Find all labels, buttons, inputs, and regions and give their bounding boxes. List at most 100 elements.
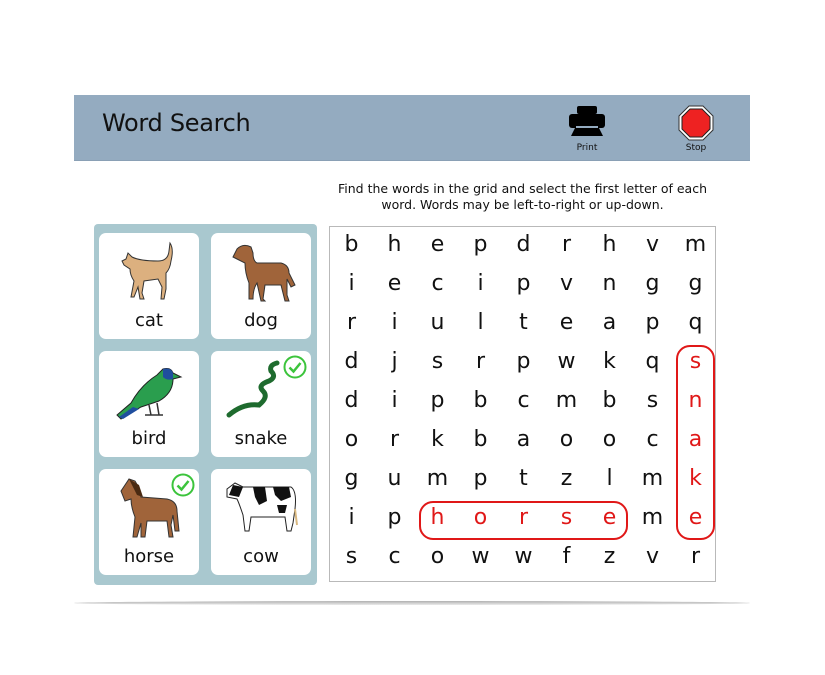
grid-cell[interactable]: p [631,305,674,344]
grid-cell[interactable]: d [330,344,373,383]
grid-cell[interactable]: m [674,227,717,266]
grid-cell[interactable]: r [373,422,416,461]
grid-cell[interactable]: p [502,344,545,383]
grid-cell[interactable]: h [373,227,416,266]
cow-icon [226,482,298,532]
grid-cell[interactable]: q [674,305,717,344]
page-divider [74,601,750,605]
letter-grid: bhepdrhvmiecipvnggriulteapqdjsrpwkqsdipb… [329,226,716,582]
grid-cell[interactable]: c [416,266,459,305]
grid-cell[interactable]: s [330,539,373,578]
grid-cell[interactable]: s [545,500,588,539]
bird-icon [116,368,183,420]
grid-cell[interactable]: b [330,227,373,266]
grid-cell[interactable]: g [330,461,373,500]
grid-cell[interactable]: q [631,344,674,383]
grid-cell[interactable]: i [459,266,502,305]
grid-cell[interactable]: v [631,539,674,578]
grid-cell[interactable]: c [502,383,545,422]
word-label: cow [243,546,279,567]
grid-cell[interactable]: m [545,383,588,422]
grid-cell[interactable]: e [373,266,416,305]
grid-cell[interactable]: s [416,344,459,383]
grid-cell[interactable]: n [588,266,631,305]
word-label: dog [244,310,278,331]
grid-cell[interactable]: e [545,305,588,344]
grid-cell[interactable]: k [674,461,717,500]
grid-cell[interactable]: m [631,500,674,539]
grid-cell[interactable]: o [588,422,631,461]
grid-cell[interactable]: t [502,461,545,500]
grid-cell[interactable]: i [373,383,416,422]
grid-cell[interactable]: m [416,461,459,500]
grid-cell[interactable]: p [502,266,545,305]
grid-cell[interactable]: u [373,461,416,500]
grid-cell[interactable]: o [459,500,502,539]
grid-cell[interactable]: z [588,539,631,578]
grid-cell[interactable]: s [631,383,674,422]
grid-cell[interactable]: o [545,422,588,461]
grid-cell[interactable]: u [416,305,459,344]
grid-cell[interactable]: r [674,539,717,578]
grid-cell[interactable]: o [330,422,373,461]
print-label: Print [576,143,598,153]
grid-cell[interactable]: e [674,500,717,539]
grid-cell[interactable]: w [459,539,502,578]
word-card-snake[interactable]: snake [211,351,311,457]
grid-cell[interactable]: c [373,539,416,578]
grid-cell[interactable]: v [545,266,588,305]
grid-cell[interactable]: k [588,344,631,383]
grid-cell[interactable]: m [631,461,674,500]
grid-cell[interactable]: f [545,539,588,578]
grid-cell[interactable]: b [588,383,631,422]
app-header: Word Search Print Stop [74,95,750,161]
grid-cell[interactable]: i [330,500,373,539]
grid-cell[interactable]: v [631,227,674,266]
grid-cell[interactable]: r [330,305,373,344]
grid-cell[interactable]: l [588,461,631,500]
grid-cell[interactable]: h [416,500,459,539]
grid-cell[interactable]: g [674,266,717,305]
grid-cell[interactable]: p [416,383,459,422]
grid-cell[interactable]: g [631,266,674,305]
grid-cell[interactable]: h [588,227,631,266]
grid-cell[interactable]: i [330,266,373,305]
print-button[interactable]: Print [557,103,617,153]
grid-cell[interactable]: d [330,383,373,422]
grid-cell[interactable]: p [459,227,502,266]
grid-cell[interactable]: e [416,227,459,266]
grid-cell[interactable]: d [502,227,545,266]
word-card-horse[interactable]: horse [99,469,199,575]
grid-cell[interactable]: r [459,344,502,383]
cat-icon [121,241,173,300]
grid-cell[interactable]: z [545,461,588,500]
grid-cell[interactable]: a [674,422,717,461]
grid-cell[interactable]: a [588,305,631,344]
page-title: Word Search [102,109,251,137]
grid-cell[interactable]: e [588,500,631,539]
word-card-cat[interactable]: cat [99,233,199,339]
grid-cell[interactable]: r [502,500,545,539]
word-card-bird[interactable]: bird [99,351,199,457]
stop-button[interactable]: Stop [666,103,726,153]
grid-cell[interactable]: i [373,305,416,344]
word-card-dog[interactable]: dog [211,233,311,339]
stop-sign-icon [678,105,714,141]
grid-cell[interactable]: o [416,539,459,578]
grid-cell[interactable]: a [502,422,545,461]
grid-cell[interactable]: n [674,383,717,422]
grid-cell[interactable]: c [631,422,674,461]
grid-cell[interactable]: b [459,383,502,422]
grid-cell[interactable]: p [459,461,502,500]
grid-cell[interactable]: t [502,305,545,344]
grid-cell[interactable]: p [373,500,416,539]
grid-cell[interactable]: w [502,539,545,578]
grid-cell[interactable]: b [459,422,502,461]
word-card-cow[interactable]: cow [211,469,311,575]
grid-cell[interactable]: j [373,344,416,383]
grid-cell[interactable]: l [459,305,502,344]
grid-cell[interactable]: w [545,344,588,383]
grid-cell[interactable]: k [416,422,459,461]
grid-cell[interactable]: s [674,344,717,383]
grid-cell[interactable]: r [545,227,588,266]
